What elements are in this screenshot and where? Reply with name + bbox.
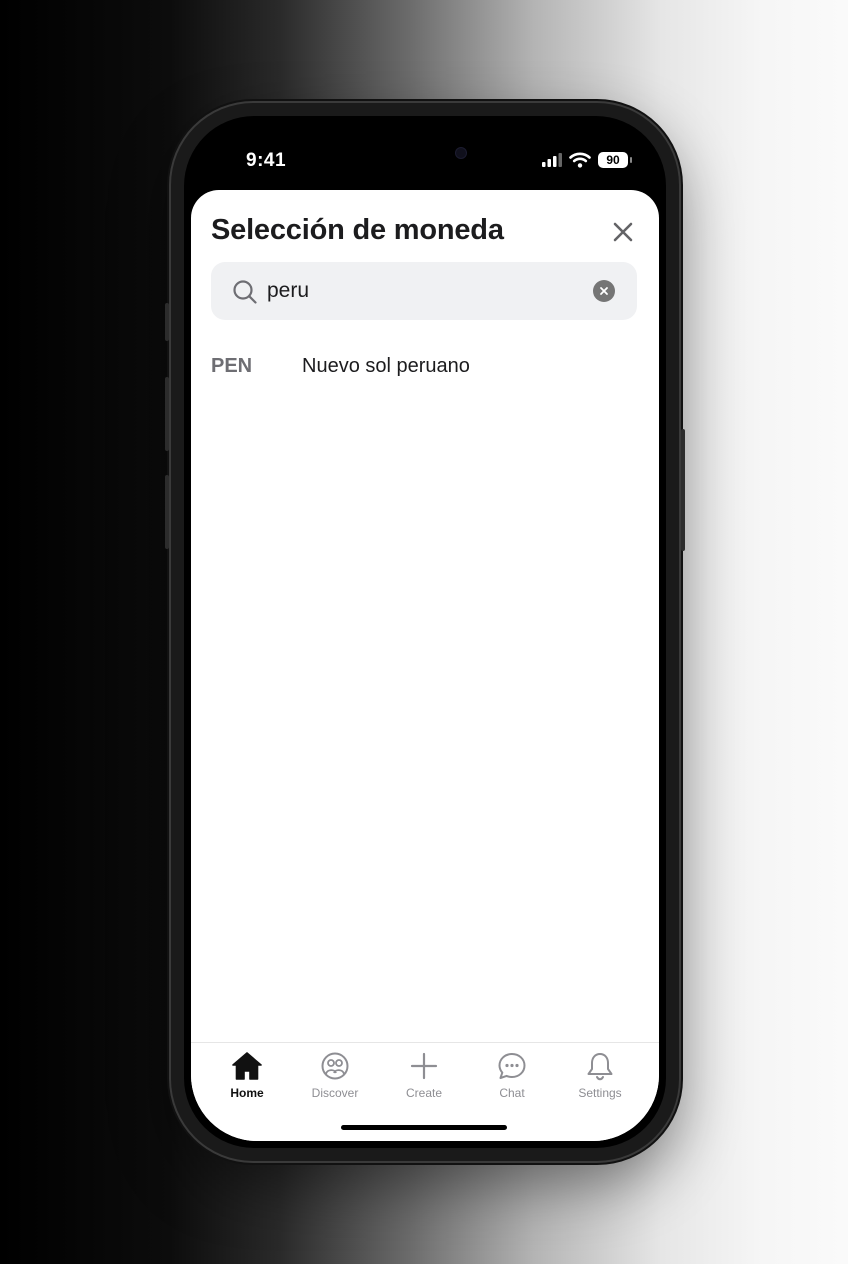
tab-home[interactable]: Home [203, 1043, 291, 1113]
currency-code: PEN [211, 354, 253, 377]
status-bar: 9:41 90 [184, 116, 666, 194]
search-icon [233, 280, 257, 304]
tab-create[interactable]: Create [380, 1043, 468, 1113]
action-button [165, 303, 169, 341]
screen: 9:41 90 Selección de moneda peru PEN Nue… [184, 116, 666, 1148]
chat-icon [498, 1053, 526, 1079]
currency-name: Nuevo sol peruano [302, 354, 470, 377]
discover-icon [321, 1052, 349, 1080]
plus-icon [410, 1052, 438, 1080]
wifi-icon [569, 152, 591, 168]
status-time: 9:41 [246, 150, 287, 171]
tab-discover-label: Discover [311, 1086, 359, 1100]
power-button [681, 429, 685, 551]
home-icon [232, 1052, 262, 1080]
search-input[interactable] [267, 262, 587, 320]
home-indicator[interactable] [341, 1125, 507, 1130]
battery-icon: 90 [598, 152, 632, 168]
tab-chat-label: Chat [499, 1086, 525, 1100]
clear-search-button[interactable] [593, 280, 615, 302]
signal-icon [542, 153, 562, 167]
tab-home-label: Home [230, 1086, 264, 1100]
volume-up-button [165, 377, 169, 451]
currency-result-row[interactable]: PEN Nuevo sol peruano [191, 340, 659, 392]
status-indicators: 90 [542, 152, 632, 168]
sheet-title: Selección de moneda [211, 214, 504, 246]
tab-chat[interactable]: Chat [468, 1043, 556, 1113]
close-button[interactable] [609, 218, 637, 246]
camera-icon [456, 148, 466, 158]
close-icon [613, 222, 633, 242]
tab-settings[interactable]: Settings [556, 1043, 644, 1113]
tab-settings-label: Settings [578, 1086, 622, 1100]
tab-create-label: Create [405, 1086, 443, 1100]
clear-icon [600, 287, 608, 295]
currency-selection-sheet: Selección de moneda PEN [191, 190, 659, 1141]
volume-down-button [165, 475, 169, 549]
search-bar [211, 262, 637, 320]
bell-icon [587, 1053, 613, 1081]
tab-bar: Home Discover Create Chat Settings [191, 1042, 659, 1141]
dynamic-island [362, 136, 488, 170]
tab-discover[interactable]: Discover [291, 1043, 379, 1113]
phone-frame: 9:41 90 Selección de moneda peru PEN Nue… [165, 103, 685, 1161]
